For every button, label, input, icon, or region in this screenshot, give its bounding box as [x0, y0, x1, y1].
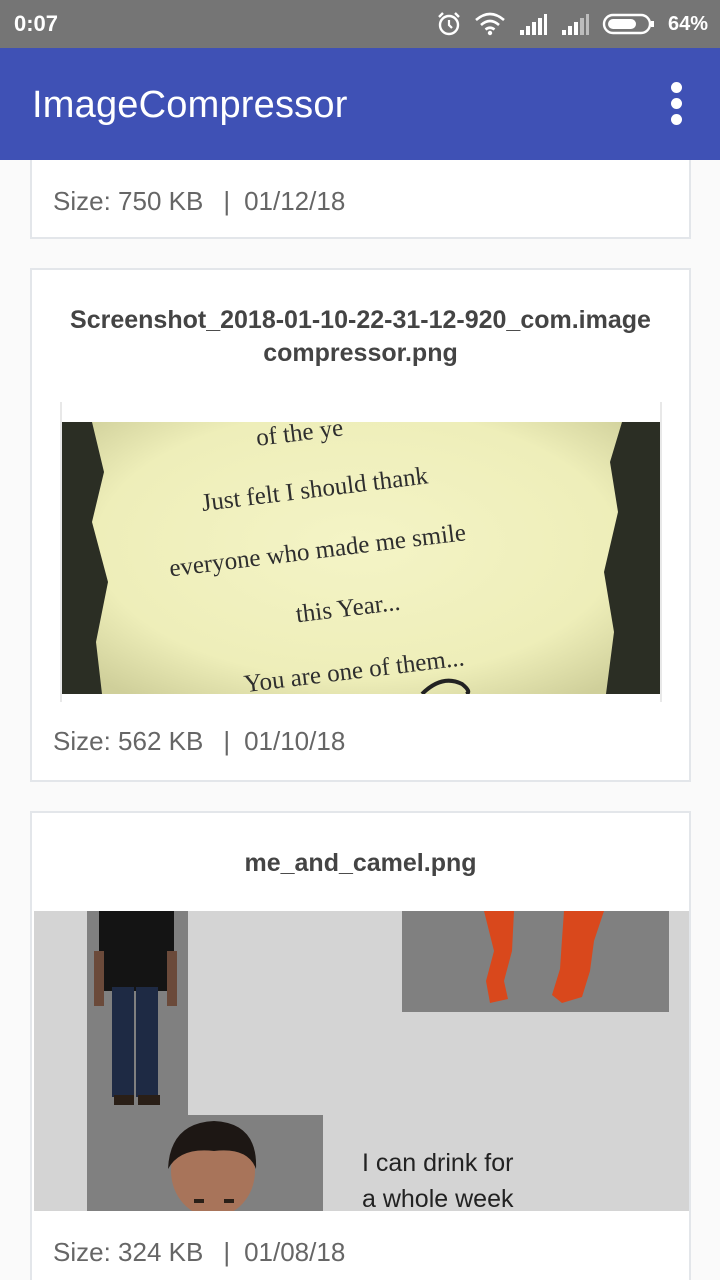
image-list[interactable]: Size: 750 KB | 01/12/18 Screenshot_2018-01…	[0, 160, 720, 1280]
card-meta: Size: 562 KB | 01/10/18	[53, 726, 345, 757]
image-size: Size: 562 KB	[53, 726, 204, 756]
status-time: 0:07	[14, 11, 59, 36]
image-date: 01/08/18	[244, 1237, 346, 1267]
image-card[interactable]: Size: 750 KB | 01/12/18	[30, 160, 691, 239]
image-size: Size: 750 KB	[53, 186, 204, 216]
signal-icon	[561, 14, 589, 35]
battery-percent: 64%	[667, 12, 708, 35]
alarm-icon	[438, 12, 460, 36]
meta-separator: |	[223, 726, 231, 756]
image-title-line: compressor.png	[263, 339, 458, 367]
caption-line: I can drink for	[362, 1149, 514, 1177]
image-date: 01/10/18	[244, 726, 346, 756]
image-date: 01/12/18	[244, 186, 346, 216]
status-icons: 64%	[436, 8, 708, 40]
signal-icon	[519, 14, 547, 35]
wifi-icon	[475, 12, 505, 36]
app-title: ImageCompressor	[32, 84, 348, 126]
image-card[interactable]: Screenshot_2018-01-10-22-31-12-920_com.i…	[30, 268, 691, 782]
caption-line: a whole week	[362, 1185, 514, 1211]
image-title-line: Screenshot_2018-01-10-22-31-12-920_com.i…	[70, 306, 651, 334]
battery-icon	[602, 13, 654, 35]
image-card[interactable]: me_and_camel.png I can drink for a whole…	[30, 811, 691, 1280]
image-thumbnail[interactable]: of the ye Just felt I should thank every…	[62, 422, 660, 694]
card-meta: Size: 324 KB | 01/08/18	[53, 1237, 345, 1268]
image-title: me_and_camel.png	[244, 849, 477, 877]
meta-separator: |	[223, 186, 231, 216]
meta-separator: |	[223, 1237, 231, 1267]
image-size: Size: 324 KB	[53, 1237, 204, 1267]
status-bar: 0:07 64%	[0, 0, 720, 48]
more-vertical-icon[interactable]	[666, 82, 686, 128]
image-caption: I can drink for a whole week	[362, 1145, 622, 1211]
image-thumbnail[interactable]: I can drink for a whole week	[34, 911, 689, 1211]
card-meta: Size: 750 KB | 01/12/18	[53, 186, 345, 217]
app-bar: ImageCompressor	[0, 48, 720, 160]
image-title: Screenshot_2018-01-10-22-31-12-920_com.i…	[36, 304, 685, 370]
